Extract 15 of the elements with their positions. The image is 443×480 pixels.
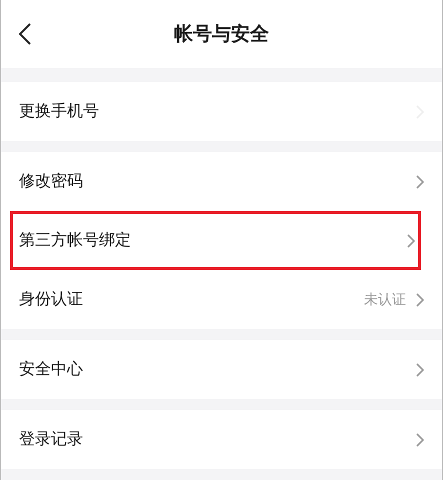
back-icon	[19, 23, 31, 45]
settings-row[interactable]: 修改密码	[1, 152, 442, 211]
settings-row[interactable]: 身份认证 未认证	[1, 270, 442, 329]
row-label: 修改密码	[19, 171, 83, 192]
row-label: 更换手机号	[19, 101, 99, 122]
page-title: 帐号与安全	[173, 22, 270, 47]
row-value: 未认证	[364, 290, 406, 308]
row-label: 身份认证	[19, 289, 83, 310]
row-label: 登录记录	[19, 429, 83, 450]
settings-row[interactable]: 安全中心	[1, 340, 442, 399]
settings-row[interactable]: 更换手机号	[1, 82, 442, 141]
settings-row[interactable]: 第三方帐号绑定	[10, 211, 421, 270]
row-label: 安全中心	[19, 359, 83, 380]
row-label: 第三方帐号绑定	[19, 230, 131, 251]
settings-row[interactable]: 登录记录	[1, 410, 442, 469]
